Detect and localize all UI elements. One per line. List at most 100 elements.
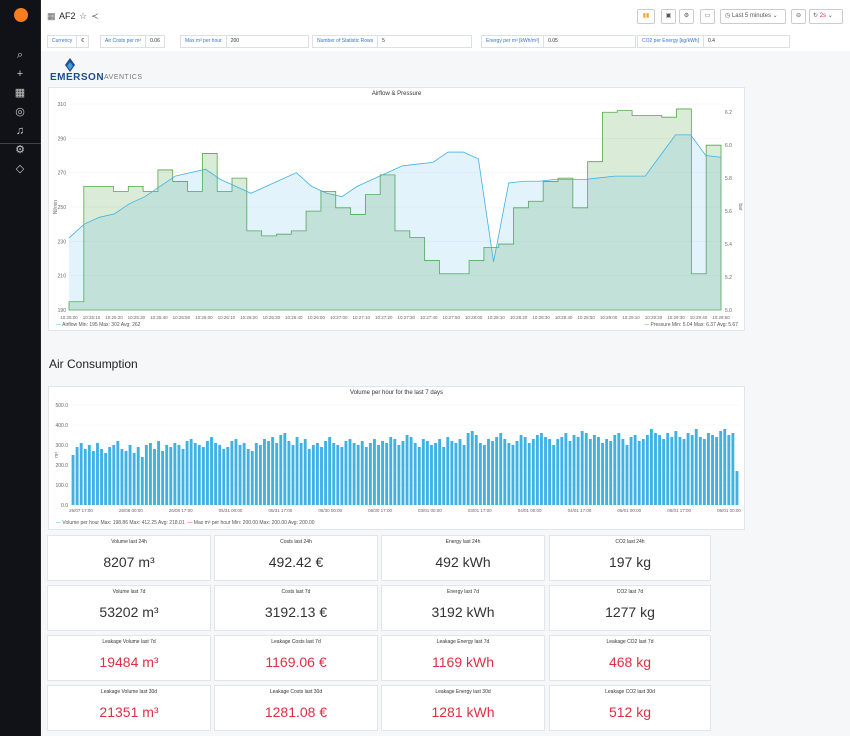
stat-panel[interactable]: Energy last 7d 3192 kWh: [381, 585, 545, 631]
variable-input[interactable]: 0.4: [703, 35, 790, 48]
volume-bar: [568, 441, 572, 505]
volume-bar: [124, 451, 128, 505]
variable-statistic-rows[interactable]: Number of Statistic Rows 5: [312, 35, 473, 48]
brand-name: EMERSON: [50, 72, 105, 83]
volume-bar: [487, 439, 490, 505]
x-tick-label: 10:27:50: [442, 315, 460, 320]
x-tick-label: 05/01 17:00: [667, 508, 691, 513]
variable-input[interactable]: 5: [378, 35, 473, 48]
top-bar: ▦ AF2 ☆ ≺ ▮▮ ▣ ⚙ ▭ ◷ Last 5 minutes ⌄ ⊖ …: [41, 0, 850, 33]
section-title: Air Consumption: [49, 357, 138, 371]
x-tick-label: 10:29:30: [667, 315, 685, 320]
volume-bar: [311, 445, 315, 505]
variable-co2[interactable]: CO2 per Energy [kg/kWh] 0.4: [637, 35, 790, 48]
volume-bar: [368, 443, 372, 505]
volume-bar: [148, 443, 152, 505]
volume-bar: [128, 445, 132, 505]
shield-icon[interactable]: ◇: [13, 162, 27, 176]
stat-panel[interactable]: CO2 last 7d 1277 kg: [549, 585, 711, 631]
stat-panel[interactable]: Energy last 24h 492 kWh: [381, 535, 545, 581]
time-range-picker[interactable]: ◷ Last 5 minutes ⌄: [720, 9, 786, 24]
star-icon[interactable]: ☆: [79, 11, 87, 22]
save-button[interactable]: ▣: [661, 9, 676, 24]
stat-panel[interactable]: Leakage Costs last 30d 1281.08 €: [214, 685, 378, 731]
legend-volume[interactable]: — Volume per hour Max: 198.86 Max: 412.2…: [56, 520, 315, 526]
volume-bar: [735, 471, 739, 505]
stat-panel[interactable]: Volume last 24h 8207 m³: [47, 535, 211, 581]
plus-icon[interactable]: +: [13, 67, 27, 81]
emerson-logo: EMERSON AVENTICS: [48, 53, 168, 89]
settings-button[interactable]: ⚙: [679, 9, 694, 24]
stat-panel[interactable]: Volume last 7d 53202 m³: [47, 585, 211, 631]
volume-bar: [71, 455, 75, 505]
volume-bar: [707, 433, 710, 505]
tv-mode-button[interactable]: ▭: [700, 9, 715, 24]
stat-panel[interactable]: CO2 last 24h 197 kg: [549, 535, 711, 581]
grafana-logo-icon[interactable]: [14, 8, 28, 22]
y-left-tick-label: 230: [58, 239, 67, 245]
volume-bar: [218, 445, 222, 505]
variable-max-m3[interactable]: Max m³ per hour 200: [180, 35, 309, 48]
search-icon[interactable]: ⌕: [13, 48, 27, 62]
variable-select[interactable]: 0.06: [146, 35, 165, 48]
volume-bar: [641, 439, 645, 505]
dashboards-icon[interactable]: ▦: [13, 86, 27, 100]
volume-bar: [564, 433, 568, 505]
stat-value: 19484 m³: [99, 654, 159, 670]
stat-panel[interactable]: Leakage CO2 last 7d 468 kg: [549, 635, 711, 681]
volume-bar: [572, 435, 576, 505]
dashboard-grid-icon[interactable]: ▦: [47, 11, 56, 22]
volume-bar: [678, 437, 682, 505]
volume-bar: [303, 439, 307, 505]
variable-select[interactable]: €: [77, 35, 90, 48]
volume-bar: [104, 453, 108, 505]
x-tick-label: 10:27:10: [353, 315, 371, 320]
legend-pressure[interactable]: — Pressure Min: 5.04 Max: 6.37 Avg: 5.67: [644, 322, 738, 328]
volume-bar: [132, 453, 136, 505]
variable-air-costs[interactable]: Air Costs per m³ 0.06: [100, 35, 165, 48]
volume-bar: [328, 437, 332, 505]
variable-energy[interactable]: Energy per m³ [kWh/m³] 0.05: [481, 35, 637, 48]
stat-panel[interactable]: Leakage Energy last 7d 1169 kWh: [381, 635, 545, 681]
x-tick-label: 03/01 17:00: [468, 508, 492, 513]
stat-panel[interactable]: Leakage Volume last 7d 19484 m³: [47, 635, 211, 681]
volume-bar: [694, 429, 698, 505]
airflow-pressure-panel[interactable]: Airflow & Pressure 190 210 230 250 270 290 310…: [48, 87, 745, 331]
dashboard-title[interactable]: AF2: [59, 11, 76, 21]
stat-panel[interactable]: Costs last 24h 492.42 €: [214, 535, 378, 581]
volume-bar: [393, 439, 397, 505]
variable-input[interactable]: 0.05: [544, 35, 637, 48]
volume-bar: [548, 439, 552, 505]
volume-bar: [731, 433, 735, 505]
x-tick-label: 10:28:50: [577, 315, 595, 320]
volume-bar: [177, 445, 181, 505]
volume-bar: [295, 437, 299, 505]
refresh-button[interactable]: ↻ 2s ⌄: [809, 9, 843, 24]
stat-title: Energy last 7d: [447, 589, 479, 595]
volume-panel[interactable]: Volume per hour for the last 7 days 0.0 1…: [48, 386, 745, 530]
stat-panel[interactable]: Leakage Volume last 30d 21351 m³: [47, 685, 211, 731]
volume-bar: [258, 445, 262, 505]
add-panel-button[interactable]: ▮▮: [637, 9, 655, 24]
volume-bar: [100, 449, 103, 505]
share-icon[interactable]: ≺: [91, 11, 99, 22]
explore-icon[interactable]: ◎: [13, 105, 27, 119]
zoom-out-button[interactable]: ⊖: [791, 9, 806, 24]
stat-panel[interactable]: Leakage Energy last 30d 1281 kWh: [381, 685, 545, 731]
stat-value: 3192 kWh: [431, 604, 495, 620]
volume-bar: [83, 449, 87, 505]
volume-bar: [79, 443, 83, 505]
x-tick-label: 04/01 17:00: [568, 508, 592, 513]
stat-panel[interactable]: Leakage Costs last 7d 1169.06 €: [214, 635, 378, 681]
stat-panel[interactable]: Leakage CO2 last 30d 512 kg: [549, 685, 711, 731]
variable-input[interactable]: 200: [226, 35, 309, 48]
variable-currency[interactable]: Currency €: [47, 35, 90, 48]
volume-bar: [613, 435, 617, 505]
volume-bar: [527, 443, 531, 505]
alerting-bell-icon[interactable]: ♫: [13, 124, 27, 138]
legend-airflow[interactable]: — Airflow Min: 195 Max: 302 Avg: 262: [56, 322, 140, 328]
volume-bar: [344, 441, 348, 505]
configuration-gear-icon[interactable]: ⚙: [13, 143, 27, 157]
stat-title: Volume last 7d: [112, 589, 146, 595]
stat-panel[interactable]: Costs last 7d 3192.13 €: [214, 585, 378, 631]
